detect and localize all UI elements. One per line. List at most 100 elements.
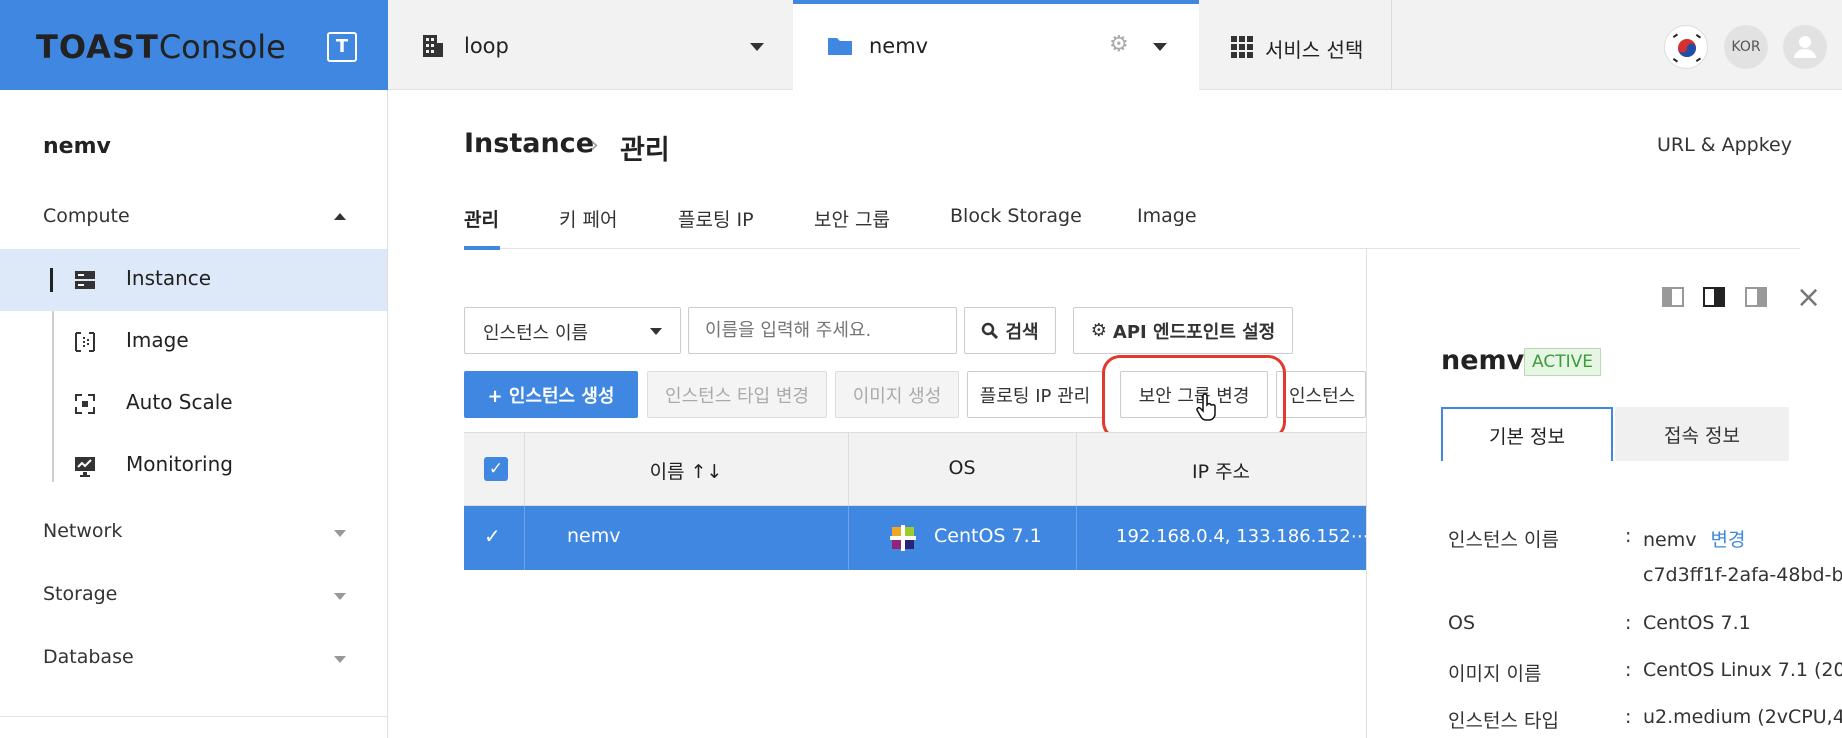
detail-key: OS xyxy=(1448,612,1476,634)
tab-block-storage[interactable]: Block Storage xyxy=(950,205,1082,227)
project-selector[interactable]: nemv ⚙ xyxy=(793,0,1199,90)
sidebar-item-label: Monitoring xyxy=(126,452,233,476)
instance-more-button[interactable]: 인스턴스 xyxy=(1276,371,1366,418)
detail-colon: : xyxy=(1625,659,1632,681)
search-field-select[interactable]: 인스턴스 이름 xyxy=(464,307,681,354)
page-title: 관리 xyxy=(620,135,670,166)
project-name: nemv xyxy=(869,34,929,58)
sidebar-group-database[interactable]: Database xyxy=(43,646,134,668)
sidebar-item-image[interactable]: Image xyxy=(0,311,387,373)
chevron-right-icon: › xyxy=(590,133,599,158)
search-button-label: 검색 xyxy=(1005,321,1039,343)
select-value: 인스턴스 이름 xyxy=(483,323,589,344)
layout-left-icon[interactable] xyxy=(1662,287,1684,307)
ip-cell: 192.168.0.4, 133.186.152⋯ xyxy=(1116,526,1369,547)
tab-basic-info[interactable]: 기본 정보 xyxy=(1441,407,1613,461)
url-appkey-link[interactable]: URL & Appkey xyxy=(1657,134,1792,156)
layout-right-icon[interactable] xyxy=(1745,287,1767,307)
detail-key: 인스턴스 타입 xyxy=(1448,710,1559,732)
select-all-checkbox[interactable]: ✓ xyxy=(484,457,508,481)
chevron-down-icon[interactable] xyxy=(334,593,346,600)
hand-cursor-icon xyxy=(1196,393,1216,421)
instance-name-value: nemv xyxy=(1643,529,1697,551)
grid-icon xyxy=(1231,36,1253,58)
create-image-button[interactable]: 이미지 생성 xyxy=(835,371,959,418)
detail-colon: : xyxy=(1625,525,1632,547)
service-label: 서비스 선택 xyxy=(1265,38,1364,62)
layout-center-icon[interactable] xyxy=(1703,287,1725,307)
tab-image[interactable]: Image xyxy=(1137,205,1197,227)
korea-flag-icon[interactable] xyxy=(1664,25,1708,69)
api-button-label: API 엔드포인트 설정 xyxy=(1112,321,1276,343)
change-type-button[interactable]: 인스턴스 타입 변경 xyxy=(647,371,827,418)
sidebar-group-network[interactable]: Network xyxy=(43,520,122,542)
tab-security-group[interactable]: 보안 그룹 xyxy=(814,205,890,232)
os-cell: CentOS 7.1 xyxy=(934,525,1042,547)
chevron-down-icon xyxy=(650,328,662,335)
logo-badge-icon[interactable]: T xyxy=(327,32,357,62)
expand-icon xyxy=(75,394,95,414)
table-header: ✓ 이름 ↑↓ OS IP 주소 xyxy=(464,432,1366,507)
chevron-down-icon xyxy=(750,43,764,51)
active-tab-indicator xyxy=(464,246,500,250)
chevron-down-icon[interactable] xyxy=(334,530,346,537)
create-instance-button[interactable]: + 인스턴스 생성 xyxy=(464,371,638,418)
user-avatar-icon[interactable] xyxy=(1783,25,1827,69)
logo-brand: TOAST xyxy=(36,28,159,66)
logo[interactable]: TOASTConsole xyxy=(36,28,286,66)
detail-value: u2.medium (2vCPU,4G xyxy=(1643,706,1842,728)
table-row[interactable]: ✓ nemv CentOS 7.1 192.168.0.4, 133.186.1… xyxy=(464,506,1369,570)
floating-ip-button[interactable]: 플로팅 IP 관리 xyxy=(967,371,1103,418)
active-marker xyxy=(50,268,53,292)
sidebar-item-label: Auto Scale xyxy=(126,390,233,414)
gear-icon: ⚙ xyxy=(1090,320,1107,341)
close-icon[interactable]: × xyxy=(1796,280,1821,315)
detail-colon: : xyxy=(1625,612,1632,634)
chevron-down-icon[interactable] xyxy=(1153,43,1167,51)
chevron-down-icon[interactable] xyxy=(334,656,346,663)
server-icon xyxy=(75,271,95,289)
org-selector[interactable]: loop xyxy=(388,0,793,90)
column-header-name[interactable]: 이름 ↑↓ xyxy=(524,457,848,484)
monitor-icon xyxy=(75,457,95,477)
rename-link[interactable]: 변경 xyxy=(1711,529,1746,551)
centos-logo-icon xyxy=(890,525,916,551)
detail-colon: : xyxy=(1625,706,1632,728)
sidebar-item-instance[interactable]: Instance xyxy=(0,249,387,311)
detail-value: nemv 변경 xyxy=(1643,525,1746,552)
search-input[interactable] xyxy=(688,307,957,354)
tab-floating-ip[interactable]: 플로팅 IP xyxy=(678,205,754,232)
org-name: loop xyxy=(464,34,509,58)
sidebar-group-compute[interactable]: Compute xyxy=(43,205,130,227)
column-divider xyxy=(848,506,849,570)
column-divider xyxy=(524,506,525,570)
sidebar-project-title: nemv xyxy=(43,134,111,159)
chevron-up-icon[interactable] xyxy=(334,213,346,220)
instance-id-value: c7d3ff1f-2afa-48bd-ba xyxy=(1643,564,1842,586)
search-icon xyxy=(982,322,999,339)
tab-connection-info[interactable]: 접속 정보 xyxy=(1615,407,1789,461)
sidebar-item-auto-scale[interactable]: Auto Scale xyxy=(0,373,387,435)
detail-key: 인스턴스 이름 xyxy=(1448,529,1559,551)
gear-icon[interactable]: ⚙ xyxy=(1109,32,1129,57)
column-header-ip: IP 주소 xyxy=(1191,461,1251,483)
row-checkbox[interactable]: ✓ xyxy=(484,524,501,548)
sidebar-item-monitoring[interactable]: Monitoring xyxy=(0,435,387,497)
search-button[interactable]: 검색 xyxy=(964,307,1056,354)
language-button[interactable]: KOR xyxy=(1724,25,1768,69)
sidebar-group-storage[interactable]: Storage xyxy=(43,583,117,605)
logo-product: Console xyxy=(158,28,286,66)
service-selector[interactable]: 서비스 선택 xyxy=(1199,0,1392,90)
sidebar-item-label: Image xyxy=(126,328,189,352)
image-icon xyxy=(75,332,95,352)
column-divider xyxy=(1076,506,1077,570)
folder-icon xyxy=(828,38,852,55)
breadcrumb-section[interactable]: Instance xyxy=(464,128,594,159)
sidebar-divider xyxy=(0,716,387,717)
api-endpoint-button[interactable]: ⚙ API 엔드포인트 설정 xyxy=(1073,307,1293,354)
tab-manage[interactable]: 관리 xyxy=(464,205,499,232)
column-header-os: OS xyxy=(948,457,976,479)
detail-value: CentOS 7.1 xyxy=(1643,612,1751,634)
tab-keypair[interactable]: 키 페어 xyxy=(559,205,617,232)
building-icon xyxy=(423,35,443,57)
